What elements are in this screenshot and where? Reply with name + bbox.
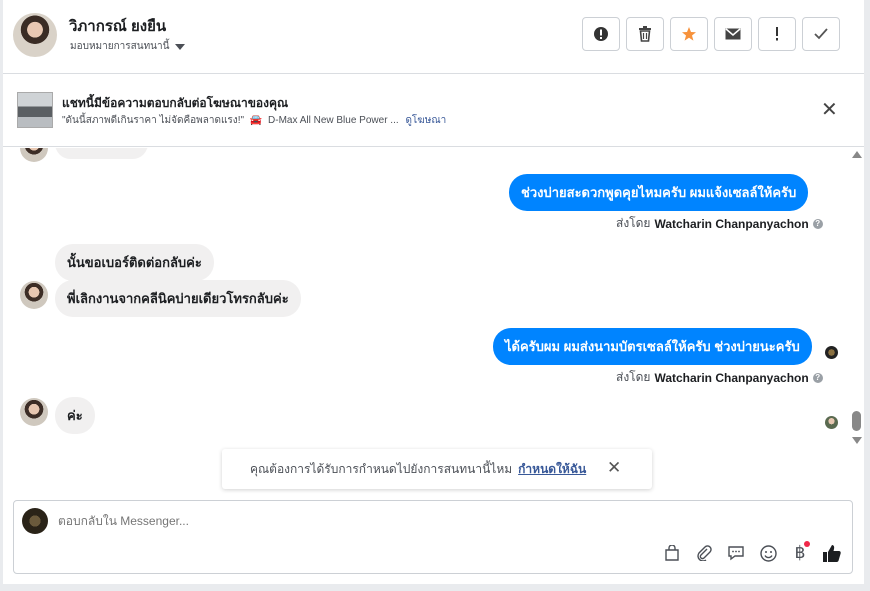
close-prompt-icon[interactable]: ✕	[607, 459, 621, 476]
car-icon: 🚘	[249, 115, 263, 126]
ad-thumbnail[interactable]	[17, 92, 53, 128]
attachment-icon[interactable]	[694, 543, 714, 563]
check-icon	[814, 28, 828, 40]
ad-name: D-Max All New Blue Power ...	[268, 115, 399, 126]
contact-avatar-small	[20, 148, 48, 162]
conversation-header: วิภากรณ์ ยงยืน มอบหมายการสนทนานี้	[3, 0, 864, 74]
assign-conversation-dropdown[interactable]: มอบหมายการสนทนานี้	[70, 39, 186, 54]
contact-avatar[interactable]	[13, 13, 57, 57]
ad-text: "ดันนี้สภาพดีเกินราคา ไม่จัดคือพลาดแรง!"	[62, 115, 245, 126]
star-icon	[682, 27, 696, 41]
sent-by-prefix: ส่งโดย	[616, 370, 651, 384]
follow-up-button[interactable]	[758, 17, 796, 51]
help-icon[interactable]: ?	[812, 372, 823, 383]
composer-tools: ฿	[662, 541, 842, 563]
envelope-icon	[725, 28, 741, 40]
scroll-up-arrow-icon[interactable]	[852, 151, 862, 158]
conversation-panel: วิภากรณ์ ยงยืน มอบหมายการสนทนานี้ แชทนี้…	[3, 0, 864, 584]
message-list: 09323324... ช่วงบ่ายสะดวกพูดคุยไหมครับ ผ…	[3, 148, 864, 493]
assign-prompt-text: คุณต้องการได้รับการกำหนดไปยังการสนทนานี้…	[250, 461, 513, 476]
scroll-down-arrow-icon[interactable]	[852, 437, 862, 444]
help-icon[interactable]: ?	[812, 218, 823, 229]
contact-avatar-small	[20, 281, 48, 309]
mark-unread-button[interactable]	[714, 17, 752, 51]
outgoing-message: ได้ครับผม ผมส่งนามบัตรเซลล์ให้ครับ ช่วงบ…	[493, 328, 812, 365]
star-button[interactable]	[670, 17, 708, 51]
close-banner-icon[interactable]: ✕	[821, 100, 838, 120]
ad-banner-title: แชทนี้มีข้อความตอบกลับต่อโฆษณาของคุณ	[62, 96, 289, 110]
sender-name: Watcharin Chanpanyachon	[654, 370, 809, 385]
ad-reply-banner: แชทนี้มีข้อความตอบกลับต่อโฆษณาของคุณ "ดั…	[3, 75, 864, 147]
like-icon[interactable]	[822, 543, 842, 563]
view-ad-link[interactable]: ดูโฆษณา	[405, 115, 446, 126]
incoming-message: ค่ะ	[55, 397, 95, 434]
emoji-icon[interactable]	[758, 543, 778, 563]
seen-avatar	[825, 416, 838, 429]
sender-name: Watcharin Chanpanyachon	[654, 216, 809, 231]
assign-prompt: คุณต้องการได้รับการกำหนดไปยังการสนทนานี้…	[222, 449, 652, 489]
sent-by-label: ส่งโดย Watcharin Chanpanyachon ?	[616, 368, 823, 387]
reply-composer: ฿	[13, 500, 853, 574]
assign-to-me-link[interactable]: กำหนดให้ฉัน	[518, 460, 586, 479]
payment-icon[interactable]: ฿	[790, 541, 810, 563]
sent-by-label: ส่งโดย Watcharin Chanpanyachon ?	[616, 214, 823, 233]
caret-down-icon	[175, 43, 186, 50]
mark-done-button[interactable]	[802, 17, 840, 51]
header-actions	[582, 17, 840, 51]
assign-label: มอบหมายการสนทนานี้	[70, 41, 170, 52]
delete-button[interactable]	[626, 17, 664, 51]
reply-input[interactable]	[58, 514, 558, 528]
contact-name[interactable]: วิภากรณ์ ยงยืน	[69, 14, 166, 38]
notification-dot	[804, 541, 810, 547]
contact-avatar-small	[20, 398, 48, 426]
alert-circle-icon	[594, 27, 608, 41]
incoming-message: พี่เลิกงานจากคลีนิคบ่ายเดียวโทรกลับค่ะ	[55, 280, 301, 317]
saved-reply-icon[interactable]	[726, 543, 746, 563]
message-bubble-partial: 09323324...	[55, 148, 148, 159]
scrollbar-thumb[interactable]	[852, 411, 861, 431]
sent-by-prefix: ส่งโดย	[616, 216, 651, 230]
outgoing-message: ช่วงบ่ายสะดวกพูดคุยไหมครับ ผมแจ้งเซลล์ให…	[509, 174, 809, 211]
shop-icon[interactable]	[662, 543, 682, 563]
seen-avatar	[825, 346, 838, 359]
incoming-message: นั้นขอเบอร์ติดต่อกลับค่ะ	[55, 244, 214, 281]
trash-icon	[639, 26, 651, 42]
report-spam-button[interactable]	[582, 17, 620, 51]
page-avatar	[22, 508, 48, 534]
exclamation-icon	[776, 27, 778, 41]
ad-banner-details: "ดันนี้สภาพดีเกินราคา ไม่จัดคือพลาดแรง!"…	[62, 113, 446, 128]
